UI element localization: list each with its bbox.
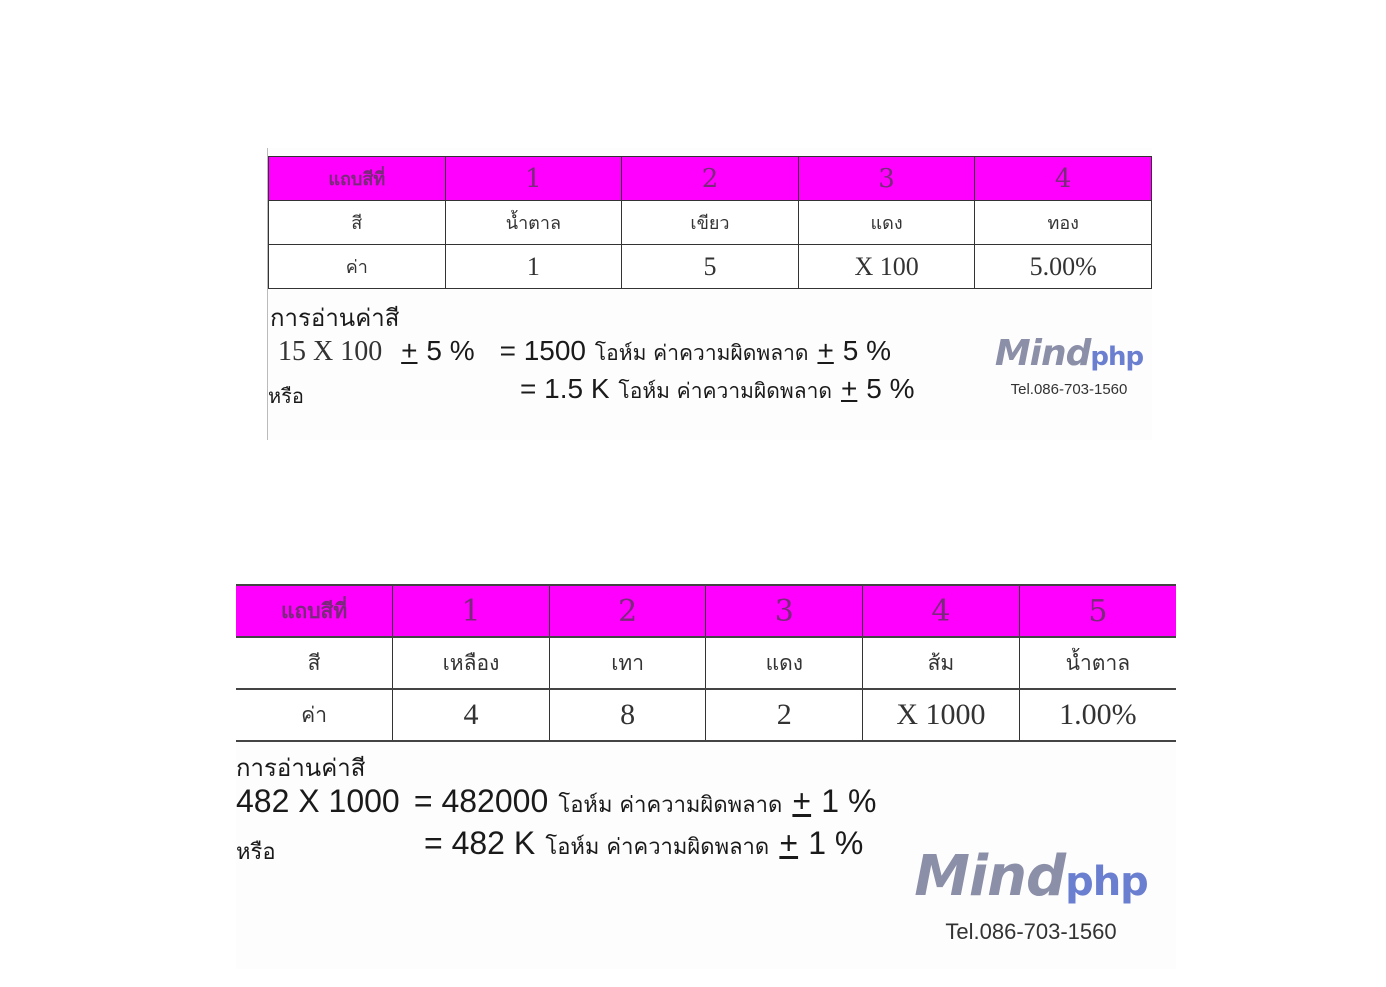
- band-color: เทา: [548, 637, 707, 690]
- or-label: หรือ: [268, 384, 304, 408]
- resistor-example-2: แถบสีที่ 1 2 3 4 5 สี เหลือง เทา แดง ส้ม…: [236, 584, 1176, 969]
- band-number: 1: [392, 584, 550, 638]
- unit-text: โอห์ม ค่าความผิดพลาด: [594, 341, 809, 365]
- band-value: 4: [392, 689, 550, 742]
- tolerance-value: 1 %: [808, 825, 864, 861]
- reading-line-1: 482 X 1000 = 482000 โอห์ม ค่าความผิดพลาด…: [236, 782, 876, 822]
- band-table-2: แถบสีที่ 1 2 3 4 5 สี เหลือง เทา แดง ส้ม…: [236, 584, 1176, 742]
- color-label: สี: [236, 637, 394, 690]
- plus-minus: +: [792, 783, 812, 819]
- resistor-example-1: แถบสีที่ 1 2 3 4 สี น้ำตาล เขียว แดง ทอง…: [267, 148, 1152, 440]
- band-value-row: ค่า 4 8 2 X 1000 1.00%: [236, 689, 1176, 742]
- logo-tel: Tel.086-703-1560: [945, 919, 1117, 944]
- band-table-1: แถบสีที่ 1 2 3 4 สี น้ำตาล เขียว แดง ทอง…: [268, 156, 1152, 289]
- band-value: 8: [548, 689, 707, 742]
- value-label: ค่า: [236, 689, 394, 742]
- plus-minus: +: [840, 373, 858, 404]
- band-value: 2: [705, 689, 864, 742]
- resistance-result-k: = 482 K: [424, 825, 536, 861]
- resistance-result: = 482000: [413, 783, 549, 819]
- band-number: 4: [862, 584, 1020, 638]
- reading-line-2: = 482 K โอห์ม ค่าความผิดพลาด + 1 %: [424, 824, 863, 864]
- band-value: X 100: [797, 244, 976, 289]
- logo-brand: Mind: [994, 333, 1092, 374]
- band-number: 3: [705, 584, 864, 638]
- band-color-row: สี น้ำตาล เขียว แดง ทอง: [268, 200, 1152, 245]
- band-value: 1: [444, 244, 623, 289]
- band-header-row: แถบสีที่ 1 2 3 4 5: [236, 584, 1176, 638]
- band-color: ส้ม: [862, 637, 1020, 690]
- band-header-row: แถบสีที่ 1 2 3 4: [268, 156, 1152, 201]
- band-number: 2: [621, 156, 799, 201]
- tolerance-value: 5 %: [426, 335, 475, 366]
- band-value-row: ค่า 1 5 X 100 5.00%: [268, 244, 1152, 289]
- tolerance-value: 1 %: [821, 783, 877, 819]
- band-number: 5: [1018, 584, 1176, 638]
- band-color-row: สี เหลือง เทา แดง ส้ม น้ำตาล: [236, 637, 1176, 690]
- logo-brand-php: php: [1090, 342, 1144, 372]
- band-number: 3: [797, 156, 976, 201]
- band-number: 4: [974, 156, 1152, 201]
- color-label: สี: [268, 200, 446, 245]
- plus-minus: +: [817, 335, 834, 366]
- band-value: 1.00%: [1018, 689, 1176, 742]
- mindphp-logo: Mindphp Tel.086-703-1560: [986, 333, 1152, 399]
- value-label: ค่า: [268, 244, 446, 289]
- mindphp-logo: Mindphp Tel.086-703-1560: [896, 846, 1166, 945]
- band-value: X 1000: [862, 689, 1020, 742]
- band-value: 5: [621, 244, 799, 289]
- tolerance-value: 5 %: [842, 335, 891, 366]
- resistance-result: = 1500: [499, 335, 586, 366]
- or-label: หรือ: [236, 840, 276, 865]
- logo-brand-php: php: [1065, 859, 1149, 905]
- reading-title: การอ่านค่าสี: [270, 304, 400, 332]
- band-color: น้ำตาล: [444, 200, 623, 245]
- tolerance-value: 5 %: [866, 373, 915, 404]
- resistance-expression: 15 X 100: [278, 336, 383, 367]
- band-value: 5.00%: [974, 244, 1152, 289]
- band-number: 2: [548, 584, 707, 638]
- reading-line-1: 15 X 100 + 5 % = 1500 โอห์ม ค่าความผิดพล…: [278, 334, 891, 370]
- unit-text: โอห์ม ค่าความผิดพลาด: [545, 835, 770, 860]
- band-header-label: แถบสีที่: [268, 156, 446, 201]
- plus-minus: +: [401, 335, 418, 366]
- band-color: แดง: [705, 637, 864, 690]
- band-color: ทอง: [974, 200, 1152, 245]
- band-color: เขียว: [621, 200, 799, 245]
- unit-text: โอห์ม ค่าความผิดพลาด: [558, 793, 783, 818]
- unit-text: โอห์ม ค่าความผิดพลาด: [618, 379, 833, 403]
- reading-line-2: = 1.5 K โอห์ม ค่าความผิดพลาด + 5 %: [520, 372, 915, 408]
- band-color: แดง: [797, 200, 976, 245]
- resistance-expression: 482 X 1000: [236, 783, 400, 819]
- band-header-label: แถบสีที่: [236, 584, 394, 638]
- band-color: น้ำตาล: [1018, 637, 1176, 690]
- band-number: 1: [444, 156, 623, 201]
- logo-brand: Mind: [914, 844, 1066, 909]
- logo-tel: Tel.086-703-1560: [1010, 381, 1128, 398]
- plus-minus: +: [779, 825, 799, 861]
- resistance-result-k: = 1.5 K: [520, 373, 610, 404]
- band-color: เหลือง: [392, 637, 550, 690]
